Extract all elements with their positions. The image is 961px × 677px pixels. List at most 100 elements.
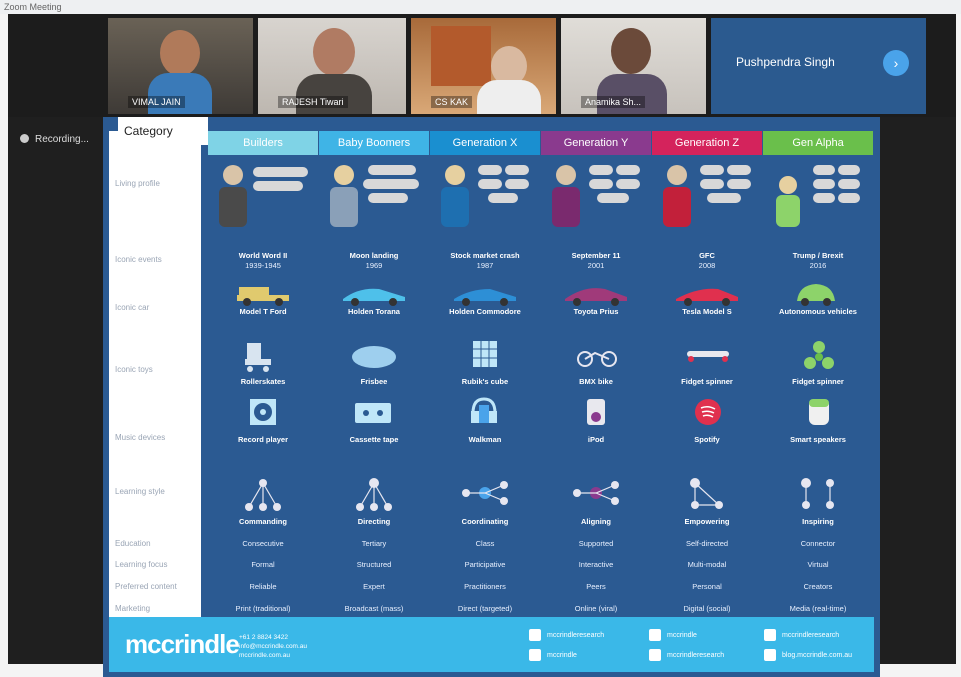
education: Consecutive xyxy=(242,539,284,548)
trait-bubble xyxy=(363,179,419,189)
recording-label: Recording... xyxy=(35,134,89,145)
preferred-content: Expert xyxy=(363,582,385,591)
learning-focus: Multi-modal xyxy=(687,560,727,569)
education: Supported xyxy=(578,539,614,548)
facebook-link: mccrindleresearch xyxy=(529,629,604,641)
active-speaker-name: Pushpendra Singh xyxy=(736,55,835,69)
genz-avatar-icon xyxy=(663,165,691,227)
record-icon xyxy=(20,134,29,143)
trait-bubble xyxy=(488,193,518,203)
marketing: Online (viral) xyxy=(574,604,618,613)
zoom-window: Zoom Meeting VIMAL JAIN RAJESH Tiwari CS… xyxy=(0,0,961,677)
iconic-event: GFC xyxy=(699,251,715,260)
twitter-handle: mccrindle xyxy=(547,651,577,659)
instagram-icon xyxy=(649,649,661,661)
learning-focus: Formal xyxy=(251,560,275,569)
learning-focus: Interactive xyxy=(578,560,614,569)
linkedin-link: mccrindle xyxy=(649,629,697,641)
hoverboard-icon xyxy=(687,351,729,362)
row-label: Education xyxy=(115,539,151,548)
trait-bubble xyxy=(589,165,613,175)
record-player-icon xyxy=(250,399,276,425)
iconic-event: World Word II xyxy=(238,251,288,260)
directing-network-icon xyxy=(356,478,392,511)
recording-indicator[interactable]: Recording... xyxy=(16,132,116,148)
next-page-button[interactable]: › xyxy=(883,50,909,76)
trait-bubble xyxy=(616,165,640,175)
inspiring-network-icon xyxy=(801,478,834,509)
participant-tile[interactable]: VIMAL JAIN xyxy=(108,18,253,114)
trait-bubble xyxy=(838,179,860,189)
blog-icon xyxy=(764,649,776,661)
iconic-event-year: 2001 xyxy=(587,261,605,270)
marketing: Print (traditional) xyxy=(235,604,291,613)
walkman-icon xyxy=(471,397,497,423)
row-label: Iconic events xyxy=(115,255,162,264)
chevron-right-icon: › xyxy=(893,55,899,71)
smart-speaker-icon xyxy=(809,399,829,425)
iconic-car: Toyota Prius xyxy=(573,307,619,316)
autonomous-car-icon xyxy=(797,284,835,306)
row-label: Iconic toys xyxy=(115,365,153,374)
commodore-car-icon xyxy=(454,289,516,306)
learning-style: Directing xyxy=(357,517,391,526)
row-label-column xyxy=(109,131,201,631)
row-label: Learning focus xyxy=(115,560,168,569)
iconic-toy: Rubik's cube xyxy=(461,377,509,386)
trait-bubble xyxy=(813,179,835,189)
youtube-link: mccrindleresearch xyxy=(764,629,839,641)
music-device: iPod xyxy=(587,435,605,444)
iconic-car: Holden Torana xyxy=(348,307,400,316)
blog-url: blog.mccrindle.com.au xyxy=(782,651,853,659)
meeting-stage: VIMAL JAIN RAJESH Tiwari CS KAK Anamika … xyxy=(8,14,956,677)
iconic-event: Moon landing xyxy=(349,251,399,260)
learning-style: Commanding xyxy=(239,517,287,526)
shared-slide: Category Living profile Iconic events Ic… xyxy=(103,117,880,677)
trait-bubble xyxy=(813,165,835,175)
learning-style: Inspiring xyxy=(802,517,834,526)
twitter-icon xyxy=(529,649,541,661)
learning-style: Coordinating xyxy=(461,517,509,526)
coordinating-network-icon xyxy=(462,481,508,505)
trait-bubble xyxy=(478,179,502,189)
alpha-avatar-icon xyxy=(776,176,800,227)
youtube-icon xyxy=(764,629,776,641)
trait-bubble xyxy=(597,193,629,203)
participant-tile[interactable]: RAJESH Tiwari xyxy=(258,18,406,114)
preferred-content: Reliable xyxy=(249,582,277,591)
gen-header-geny: Generation Y xyxy=(541,131,651,155)
trait-bubble xyxy=(253,181,303,191)
instagram-link: mccrindleresearch xyxy=(649,649,724,661)
facebook-handle: mccrindleresearch xyxy=(547,631,605,639)
linkedin-icon xyxy=(649,629,661,641)
iconic-toy: Rollerskates xyxy=(240,377,286,386)
learning-focus: Virtual xyxy=(807,560,829,569)
trait-bubble xyxy=(368,165,416,175)
iconic-car: Holden Commodore xyxy=(449,307,521,316)
learning-style: Empowering xyxy=(684,517,730,526)
active-speaker-tile[interactable]: Pushpendra Singh › xyxy=(711,18,926,114)
iconic-event-year: 2008 xyxy=(698,261,716,270)
participant-tile[interactable]: CS KAK xyxy=(411,18,556,114)
trait-bubble xyxy=(838,165,860,175)
trait-bubble xyxy=(505,165,529,175)
participant-name: CS KAK xyxy=(431,96,473,108)
participant-name: VIMAL JAIN xyxy=(128,96,185,108)
trait-bubble xyxy=(368,193,408,203)
marketing: Digital (social) xyxy=(683,604,731,613)
music-device: Cassette tape xyxy=(349,435,399,444)
instagram-handle: mccrindleresearch xyxy=(667,651,725,659)
row-label: Music devices xyxy=(115,433,166,442)
boomers-avatar-icon xyxy=(330,165,358,227)
contact-email: info@mccrindle.com.au xyxy=(239,643,308,650)
tesla-car-icon xyxy=(676,288,738,306)
marketing: Media (real-time) xyxy=(789,604,847,613)
participant-tile[interactable]: Anamika Sh... xyxy=(561,18,706,114)
learning-style: Aligning xyxy=(581,517,611,526)
row-label: Living profile xyxy=(115,179,160,188)
trait-bubble xyxy=(727,165,751,175)
music-device: Smart speakers xyxy=(790,435,846,444)
participant-name: Anamika Sh... xyxy=(581,96,646,108)
iconic-event-year: 1939-1945 xyxy=(245,261,281,270)
contact-phone: +61 2 8824 3422 xyxy=(239,634,288,641)
